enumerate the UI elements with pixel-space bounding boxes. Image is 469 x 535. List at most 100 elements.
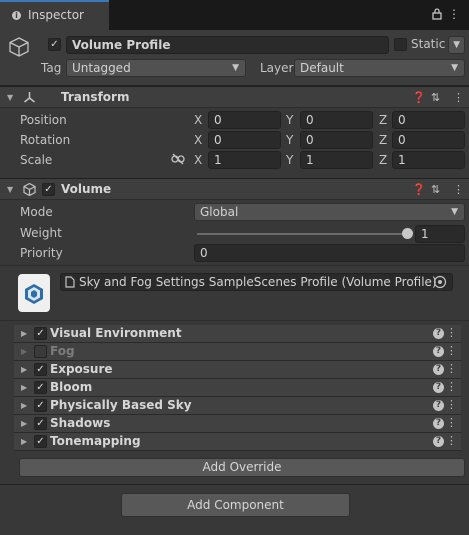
weight-slider-handle[interactable] xyxy=(402,228,413,239)
constrain-proportions-icon[interactable] xyxy=(171,153,185,168)
position-y-field[interactable]: 0 xyxy=(300,111,373,129)
scale-y-field[interactable]: 1 xyxy=(300,151,373,169)
transform-icon xyxy=(22,90,37,108)
axis-x-label[interactable]: X xyxy=(194,133,202,147)
volume-profile-asset-icon xyxy=(18,274,50,312)
layer-dropdown[interactable]: Default ▼ xyxy=(294,59,465,77)
object-picker-icon[interactable] xyxy=(433,275,447,289)
mode-dropdown[interactable]: Global ▼ xyxy=(194,203,465,221)
override-row-visual-environment[interactable]: ▶ ✓ Visual Environment ? ⋮ xyxy=(14,325,461,343)
weight-slider-track[interactable] xyxy=(197,233,407,235)
axis-x-label[interactable]: X xyxy=(194,113,202,127)
layer-value: Default xyxy=(300,61,344,75)
help-icon[interactable]: ? xyxy=(433,364,444,375)
active-checkbox[interactable]: ✓ xyxy=(48,38,61,51)
position-x-field[interactable]: 0 xyxy=(208,111,281,129)
fold-arrow-icon[interactable]: ▶ xyxy=(21,419,27,428)
axis-z-label[interactable]: Z xyxy=(379,113,387,127)
position-z-field[interactable]: 0 xyxy=(392,111,465,129)
kebab-menu-icon[interactable]: ⋮ xyxy=(446,434,457,447)
mode-label: Mode xyxy=(20,205,53,219)
kebab-menu-icon[interactable]: ⋮ xyxy=(446,398,457,411)
rotation-y-field[interactable]: 0 xyxy=(300,131,373,149)
tab-inspector[interactable]: i Inspector xyxy=(0,0,109,30)
override-row-physically-based-sky[interactable]: ▶ ✓ Physically Based Sky ? ⋮ xyxy=(14,397,461,415)
axis-x-label[interactable]: X xyxy=(194,153,202,167)
fold-arrow-icon[interactable]: ▶ xyxy=(21,401,27,410)
override-name: Bloom xyxy=(50,380,93,394)
help-icon[interactable]: ? xyxy=(433,382,444,393)
lock-icon[interactable] xyxy=(430,7,444,21)
fold-arrow-icon[interactable]: ▶ xyxy=(21,329,27,338)
fold-arrow-icon[interactable]: ▼ xyxy=(7,93,13,102)
layer-label: Layer xyxy=(260,61,294,75)
add-component-button[interactable]: Add Component xyxy=(121,493,350,517)
override-checkbox[interactable]: ✓ xyxy=(34,399,47,412)
preset-icon[interactable]: ⇅ xyxy=(431,183,440,196)
divider xyxy=(0,484,469,485)
priority-field[interactable]: 0 xyxy=(194,244,465,262)
help-icon[interactable]: ❓ xyxy=(412,91,426,104)
tag-dropdown[interactable]: Untagged ▼ xyxy=(66,59,246,77)
help-icon[interactable]: ❓ xyxy=(412,183,426,196)
axis-y-label[interactable]: Y xyxy=(286,113,293,127)
help-icon[interactable]: ? xyxy=(433,400,444,411)
fold-arrow-icon[interactable]: ▼ xyxy=(7,185,13,194)
profile-object-field[interactable]: Sky and Fog Settings SampleScenes Profil… xyxy=(60,273,453,291)
override-checkbox[interactable]: ✓ xyxy=(34,363,47,376)
override-checkbox[interactable]: ✓ xyxy=(34,417,47,430)
info-icon: i xyxy=(12,11,21,20)
override-row-fog[interactable]: ▶ Fog ? ⋮ xyxy=(14,343,461,361)
kebab-menu-icon[interactable]: ⋮ xyxy=(447,7,461,21)
override-row-bloom[interactable]: ▶ ✓ Bloom ? ⋮ xyxy=(14,379,461,397)
axis-z-label[interactable]: Z xyxy=(379,133,387,147)
volume-header[interactable]: ▼ ✓ Volume ❓ ⇅ ⋮ xyxy=(0,178,469,200)
scale-x-field[interactable]: 1 xyxy=(208,151,281,169)
kebab-menu-icon[interactable]: ⋮ xyxy=(446,326,457,339)
help-icon[interactable]: ? xyxy=(433,418,444,429)
kebab-menu-icon[interactable]: ⋮ xyxy=(446,380,457,393)
gameobject-cube-icon xyxy=(8,36,30,58)
kebab-menu-icon[interactable]: ⋮ xyxy=(446,362,457,375)
fold-arrow-icon[interactable]: ▶ xyxy=(21,437,27,446)
static-dropdown[interactable]: ▼ xyxy=(448,36,465,54)
preset-icon[interactable]: ⇅ xyxy=(431,91,440,104)
position-label: Position xyxy=(20,113,67,127)
axis-y-label[interactable]: Y xyxy=(286,133,293,147)
axis-y-label[interactable]: Y xyxy=(286,153,293,167)
weight-field[interactable]: 1 xyxy=(415,225,465,243)
override-checkbox[interactable]: ✓ xyxy=(34,327,47,340)
override-row-shadows[interactable]: ▶ ✓ Shadows ? ⋮ xyxy=(14,415,461,433)
fold-arrow-icon[interactable]: ▶ xyxy=(21,383,27,392)
scale-z-field[interactable]: 1 xyxy=(392,151,465,169)
kebab-menu-icon[interactable]: ⋮ xyxy=(446,416,457,429)
override-checkbox[interactable] xyxy=(34,345,47,358)
profile-value: Sky and Fog Settings SampleScenes Profil… xyxy=(79,275,437,289)
add-override-button[interactable]: Add Override xyxy=(19,458,465,477)
axis-z-label[interactable]: Z xyxy=(379,153,387,167)
tab-label: Inspector xyxy=(28,8,84,22)
rotation-x-field[interactable]: 0 xyxy=(208,131,281,149)
rotation-z-field[interactable]: 0 xyxy=(392,131,465,149)
transform-header[interactable]: ▼ Transform ❓ ⇅ ⋮ xyxy=(0,86,469,108)
object-name-field[interactable]: Volume Profile xyxy=(66,36,389,54)
override-name: Visual Environment xyxy=(50,326,182,340)
kebab-menu-icon[interactable]: ⋮ xyxy=(453,183,464,196)
volume-enabled-checkbox[interactable]: ✓ xyxy=(42,183,55,196)
kebab-menu-icon[interactable]: ⋮ xyxy=(453,91,464,104)
override-row-exposure[interactable]: ▶ ✓ Exposure ? ⋮ xyxy=(14,361,461,379)
override-checkbox[interactable]: ✓ xyxy=(34,381,47,394)
override-checkbox[interactable]: ✓ xyxy=(34,435,47,448)
weight-label: Weight xyxy=(20,226,62,240)
override-row-tonemapping[interactable]: ▶ ✓ Tonemapping ? ⋮ xyxy=(14,433,461,451)
override-name: Physically Based Sky xyxy=(50,398,192,412)
static-checkbox[interactable] xyxy=(394,38,407,51)
fold-arrow-icon[interactable]: ▶ xyxy=(21,365,27,374)
help-icon[interactable]: ? xyxy=(433,436,444,447)
transform-title: Transform xyxy=(61,90,130,104)
fold-arrow-icon[interactable]: ▶ xyxy=(21,347,27,356)
help-icon[interactable]: ? xyxy=(433,346,444,357)
help-icon[interactable]: ? xyxy=(433,328,444,339)
volume-title: Volume xyxy=(61,182,112,196)
kebab-menu-icon[interactable]: ⋮ xyxy=(446,344,457,357)
